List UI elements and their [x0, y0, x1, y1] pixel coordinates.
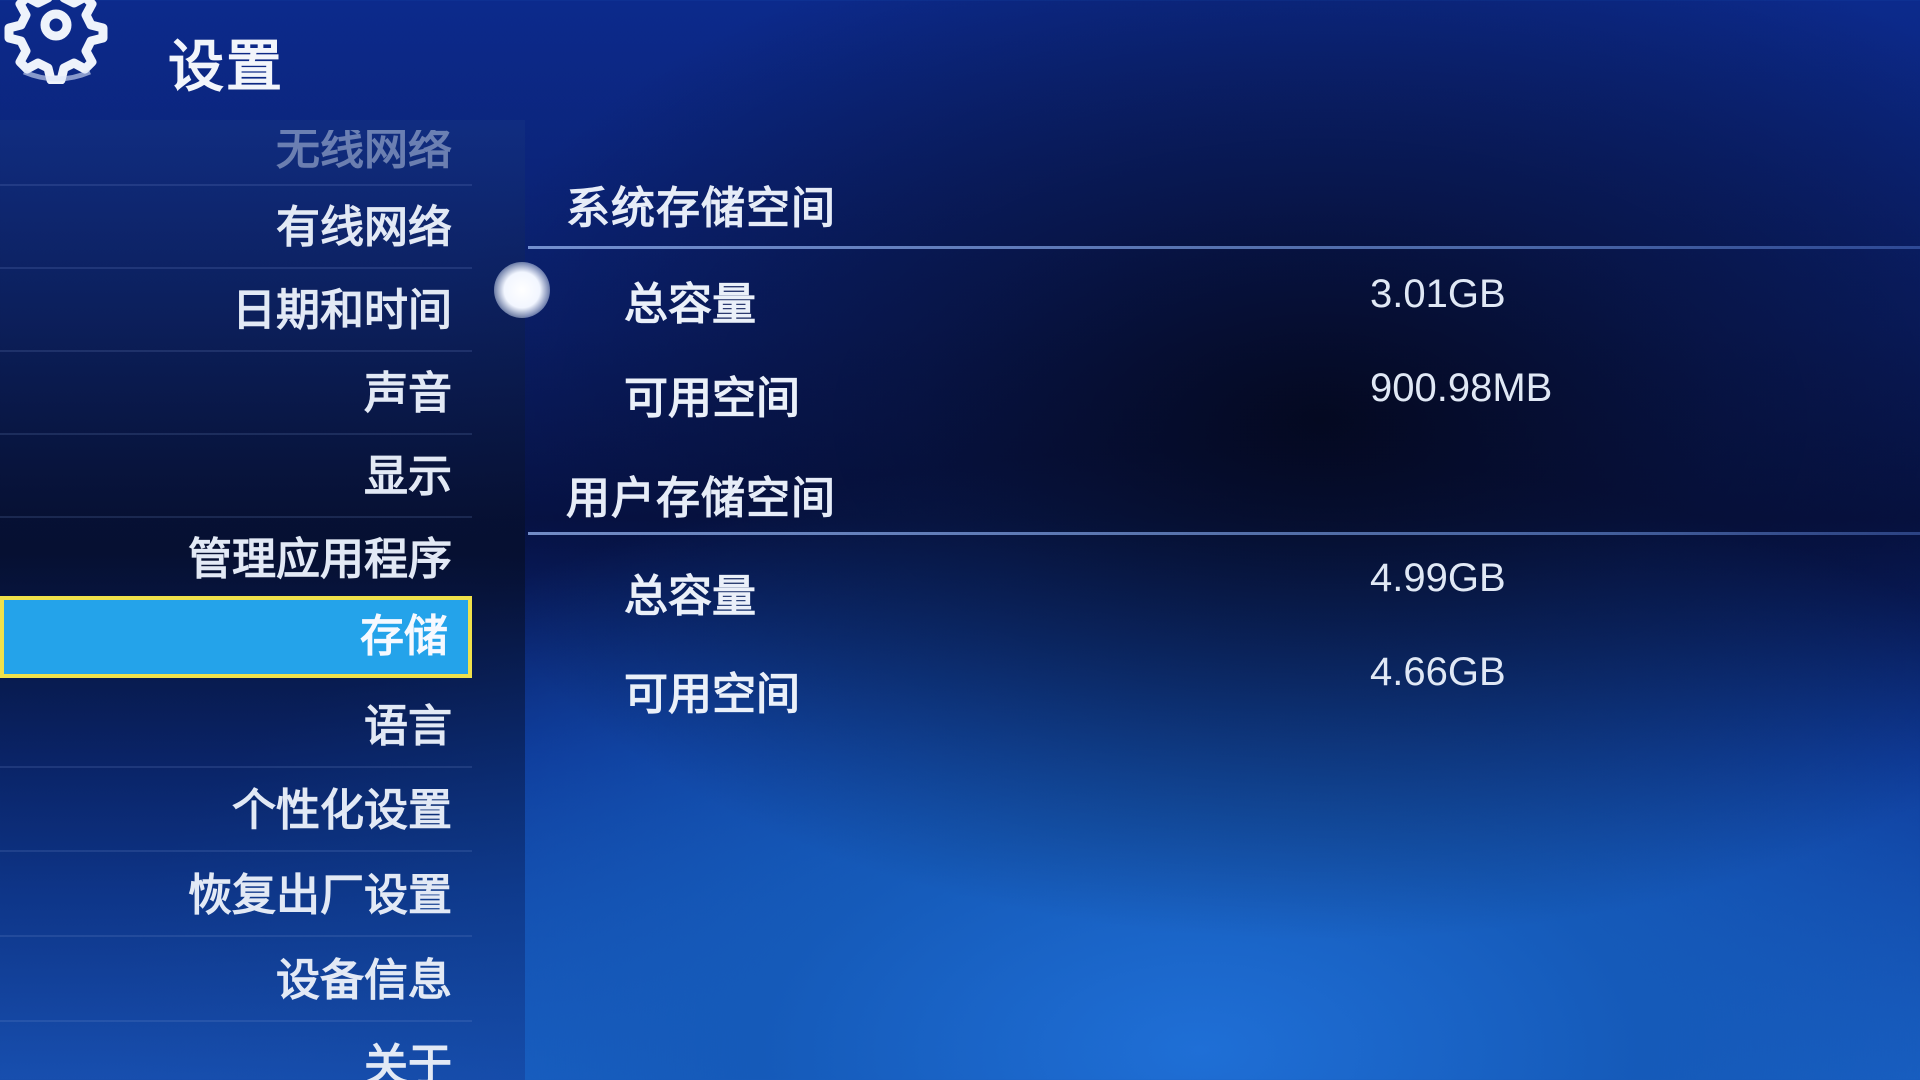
- user-total-value: 4.99GB: [1370, 556, 1506, 600]
- sidebar-item-language[interactable]: 语言: [0, 686, 472, 768]
- sidebar-item-sound[interactable]: 声音: [0, 353, 472, 435]
- sidebar-item-factory-reset[interactable]: 恢复出厂设置: [0, 855, 472, 937]
- system-free-value: 900.98MB: [1370, 366, 1553, 410]
- divider: [528, 532, 1920, 535]
- sidebar-item-wireless-network[interactable]: 无线网络: [0, 130, 472, 186]
- sidebar-item-date-time[interactable]: 日期和时间: [0, 270, 472, 352]
- gear-icon: [4, 0, 108, 84]
- sidebar-item-device-info[interactable]: 设备信息: [0, 940, 472, 1022]
- user-total-label: 总容量: [624, 571, 756, 622]
- sidebar-item-about[interactable]: 关于: [0, 1025, 472, 1080]
- sidebar-item-storage[interactable]: 存储: [0, 596, 472, 678]
- user-storage-title: 用户存储空间: [566, 473, 836, 524]
- system-free-label: 可用空间: [624, 373, 800, 424]
- system-total-value: 3.01GB: [1370, 272, 1506, 316]
- user-free-value: 4.66GB: [1370, 650, 1506, 694]
- sidebar-item-manage-apps[interactable]: 管理应用程序: [0, 519, 472, 601]
- storage-panel: 系统存储空间 总容量 3.01GB 可用空间 900.98MB 用户存储空间 总…: [528, 150, 1920, 770]
- settings-sidebar: 无线网络 有线网络 日期和时间 声音 显示 管理应用程序 存储 语言 个性化设置…: [0, 120, 525, 1080]
- system-storage-title: 系统存储空间: [566, 183, 836, 234]
- sidebar-item-display[interactable]: 显示: [0, 436, 472, 518]
- page-title: 设置: [168, 35, 284, 100]
- user-free-label: 可用空间: [624, 669, 800, 720]
- sidebar-item-wired-network[interactable]: 有线网络: [0, 187, 472, 269]
- divider: [528, 246, 1920, 249]
- header: 设置: [0, 0, 600, 130]
- sidebar-item-personalization[interactable]: 个性化设置: [0, 770, 472, 852]
- system-total-label: 总容量: [624, 279, 756, 330]
